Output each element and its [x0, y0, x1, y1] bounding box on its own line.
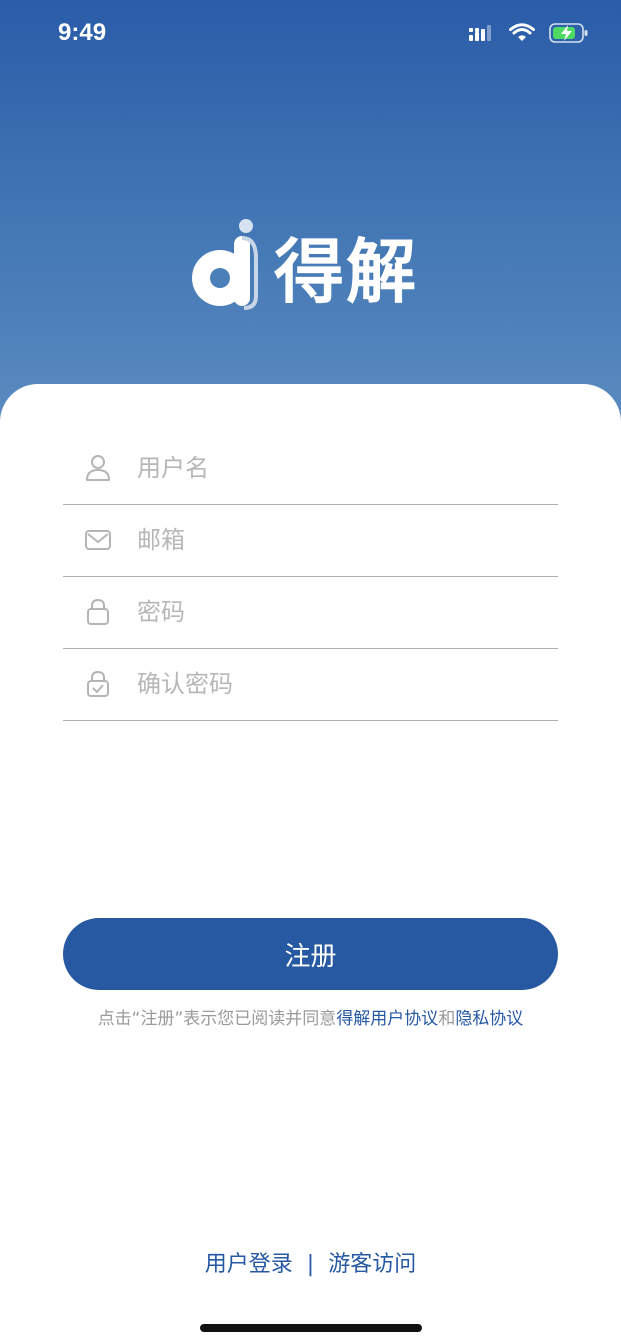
register-button[interactable]: 注册: [63, 918, 558, 990]
email-input[interactable]: [135, 525, 558, 555]
guest-access-link[interactable]: 游客访问: [328, 1252, 416, 1277]
wifi-icon: [509, 23, 535, 47]
footer-separator: |: [306, 1252, 315, 1277]
user-login-link[interactable]: 用户登录: [205, 1252, 293, 1277]
agreement-and: 和: [438, 1009, 456, 1029]
mail-icon: [83, 525, 113, 555]
username-field[interactable]: [63, 432, 558, 505]
user-icon: [83, 453, 113, 483]
status-icons: [469, 22, 589, 48]
confirm-password-input[interactable]: [135, 669, 558, 699]
agreement-notice: 点击“注册”表示您已阅读并同意得解用户协议和隐私协议: [0, 1004, 621, 1029]
d-logo-icon: [190, 218, 258, 314]
confirm-password-field[interactable]: [63, 648, 558, 721]
footer-links: 用户登录 | 游客访问: [0, 1246, 621, 1278]
brand-logo: 得解: [190, 218, 418, 314]
agreement-prefix: 点击“注册”表示您已阅读并同意: [97, 1009, 337, 1029]
status-time: 9:49: [58, 19, 107, 46]
battery-charging-icon: [549, 22, 589, 48]
user-agreement-link[interactable]: 得解用户协议: [336, 1009, 438, 1029]
lock-check-icon: [83, 669, 113, 699]
privacy-policy-link[interactable]: 隐私协议: [455, 1009, 523, 1029]
brand-name: 得解: [274, 230, 418, 313]
password-field[interactable]: [63, 576, 558, 649]
home-indicator[interactable]: [200, 1324, 422, 1332]
email-field[interactable]: [63, 504, 558, 577]
lock-icon: [83, 597, 113, 627]
status-bar: 9:49: [0, 0, 621, 70]
password-input[interactable]: [135, 597, 558, 627]
username-input[interactable]: [135, 453, 558, 483]
cellular-signal-icon: [469, 24, 495, 46]
